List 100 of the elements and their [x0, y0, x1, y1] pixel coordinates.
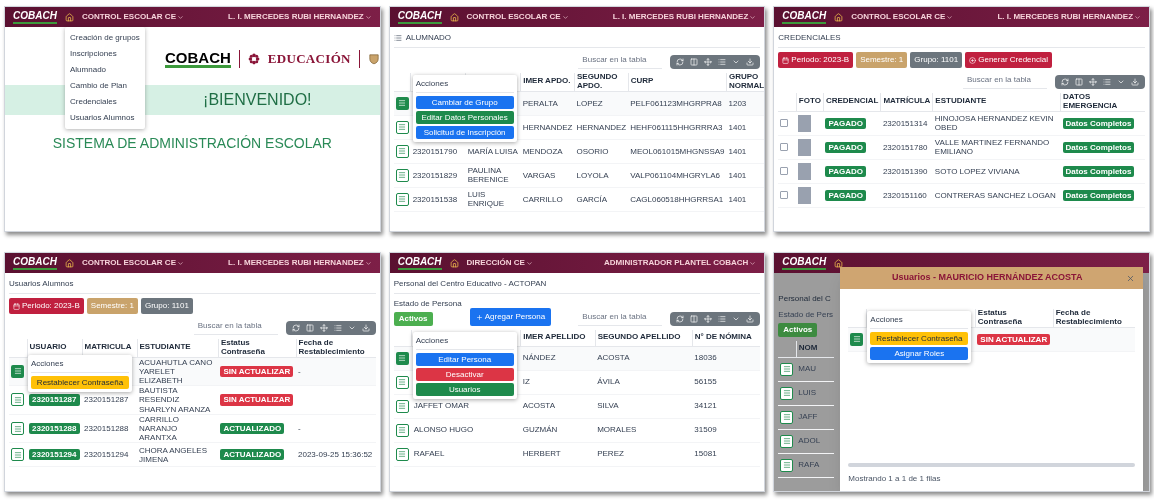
- search-field[interactable]: Buscar en la tabla: [578, 52, 663, 69]
- filter-chip[interactable]: Generar Credencial: [965, 52, 1052, 68]
- download-icon[interactable]: [746, 58, 755, 66]
- column-header[interactable]: N° DE NÓMINA: [694, 333, 759, 343]
- column-header[interactable]: Estatus Contraseña: [977, 309, 1051, 327]
- row-menu-button[interactable]: [780, 410, 794, 424]
- user-menu[interactable]: L. I. MERCEDES RUBI HERNANDEZ: [997, 11, 1141, 23]
- chevron-down-icon[interactable]: [732, 58, 741, 66]
- filter-chip[interactable]: Grupo: 1101: [910, 52, 963, 68]
- list-icon[interactable]: [718, 58, 727, 66]
- refresh-icon[interactable]: [1061, 78, 1069, 86]
- move-icon[interactable]: [1089, 78, 1097, 86]
- action-button[interactable]: Cambiar de Grupo: [415, 96, 514, 109]
- menu-item[interactable]: Usuarios Alumnos: [65, 110, 145, 126]
- row-menu-button[interactable]: [850, 332, 864, 346]
- columns-icon[interactable]: [305, 324, 314, 332]
- action-button[interactable]: Restablecer Contraseña: [31, 376, 129, 389]
- column-header[interactable]: Estatus Contraseña: [220, 339, 294, 357]
- row-menu-button[interactable]: [395, 423, 409, 437]
- menu-dropdown[interactable]: CONTROL ESCOLAR CE: [851, 11, 954, 23]
- row-menu-button[interactable]: [395, 120, 409, 134]
- row-menu-button[interactable]: [395, 375, 409, 389]
- action-button[interactable]: Desactivar: [415, 368, 514, 381]
- row-menu-button[interactable]: [780, 386, 794, 400]
- column-header[interactable]: ESTUDIANTE: [935, 97, 1059, 107]
- column-header[interactable]: SEGUNDO APDO.: [576, 73, 626, 91]
- row-menu-button[interactable]: [11, 448, 24, 462]
- row-menu-button[interactable]: [11, 364, 24, 378]
- logo[interactable]: COBACH: [782, 10, 827, 24]
- column-header[interactable]: GRUPO NORMAL: [729, 73, 765, 91]
- close-icon[interactable]: [1126, 273, 1135, 283]
- row-menu-button[interactable]: [395, 351, 409, 365]
- menu-dropdown[interactable]: DIRECCIÓN CE: [466, 257, 533, 269]
- user-menu[interactable]: ADMINISTRADOR PLANTEL COBACH: [604, 257, 757, 269]
- columns-icon[interactable]: [690, 58, 699, 66]
- home-icon[interactable]: [834, 258, 844, 268]
- list-icon[interactable]: [333, 324, 342, 332]
- move-icon[interactable]: [704, 58, 713, 66]
- download-icon[interactable]: [746, 315, 755, 323]
- row-checkbox[interactable]: [780, 143, 789, 152]
- action-button[interactable]: Solicitud de Inscripción: [415, 126, 514, 139]
- row-menu-button[interactable]: [780, 362, 794, 376]
- column-header[interactable]: SEGUNDO APELLIDO: [597, 333, 690, 343]
- filter-chip[interactable]: Grupo: 1101: [140, 298, 193, 314]
- add-person-button[interactable]: Agregar Persona: [469, 308, 552, 326]
- search-field[interactable]: Buscar en la tabla: [963, 72, 1047, 89]
- download-icon[interactable]: [361, 324, 370, 332]
- column-header[interactable]: USUARIO: [29, 343, 80, 353]
- column-header[interactable]: FOTO: [798, 97, 821, 107]
- action-button[interactable]: Restablecer Contraseña: [870, 332, 969, 345]
- row-menu-button[interactable]: [395, 399, 409, 413]
- logo[interactable]: COBACH: [13, 256, 57, 270]
- columns-icon[interactable]: [690, 315, 699, 323]
- home-icon[interactable]: [64, 12, 74, 22]
- column-header[interactable]: MATRICULA: [84, 343, 135, 353]
- row-menu-button[interactable]: [395, 192, 409, 206]
- search-field[interactable]: Buscar en la tabla: [578, 309, 663, 326]
- chevron-down-icon[interactable]: [732, 315, 741, 323]
- column-header[interactable]: IMER APDO.: [523, 77, 572, 87]
- column-header[interactable]: Fecha de Restablecimiento: [298, 339, 374, 357]
- row-menu-button[interactable]: [780, 434, 794, 448]
- home-icon[interactable]: [834, 12, 844, 22]
- logo[interactable]: COBACH: [782, 256, 827, 270]
- menu-dropdown[interactable]: CONTROL ESCOLAR CE: [81, 257, 184, 269]
- row-menu-button[interactable]: [395, 144, 409, 158]
- home-icon[interactable]: [449, 258, 459, 268]
- logo[interactable]: COBACH: [397, 256, 442, 270]
- chevron-down-icon[interactable]: [347, 324, 356, 332]
- user-menu[interactable]: L. I. MERCEDES RUBI HERNANDEZ: [612, 11, 757, 23]
- column-header[interactable]: CURP: [630, 77, 724, 87]
- columns-icon[interactable]: [1075, 78, 1083, 86]
- column-header[interactable]: NOM: [798, 344, 833, 354]
- home-icon[interactable]: [64, 258, 74, 268]
- row-menu-button[interactable]: [395, 447, 409, 461]
- action-button[interactable]: Usuarios: [415, 383, 514, 396]
- row-checkbox[interactable]: [780, 119, 789, 128]
- logo[interactable]: COBACH: [13, 10, 57, 24]
- filter-chip[interactable]: Periodo: 2023-B: [9, 298, 84, 314]
- column-header[interactable]: Fecha de Restablecimiento: [1055, 309, 1133, 327]
- row-checkbox[interactable]: [780, 191, 789, 200]
- user-menu[interactable]: L. I. MERCEDES RUBI HERNANDEZ: [228, 257, 372, 269]
- move-icon[interactable]: [704, 315, 713, 323]
- menu-item[interactable]: Credenciales: [65, 94, 145, 110]
- download-icon[interactable]: [1131, 78, 1139, 86]
- menu-dropdown[interactable]: CONTROL ESCOLAR CE: [81, 11, 184, 23]
- menu-item[interactable]: Creación de grupos: [65, 30, 145, 46]
- menu-item[interactable]: Cambio de Plan: [65, 78, 145, 94]
- refresh-icon[interactable]: [291, 324, 300, 332]
- row-checkbox[interactable]: [780, 167, 789, 176]
- row-menu-button[interactable]: [395, 168, 409, 182]
- move-icon[interactable]: [319, 324, 328, 332]
- list-icon[interactable]: [718, 315, 727, 323]
- user-menu[interactable]: L. I. MERCEDES RUBI HERNANDEZ: [228, 11, 372, 23]
- menu-dropdown[interactable]: CONTROL ESCOLAR CE: [466, 11, 569, 23]
- column-header[interactable]: IMER APELLIDO: [523, 333, 593, 343]
- logo[interactable]: COBACH: [397, 10, 442, 24]
- menu-item[interactable]: Inscripciones: [65, 46, 145, 62]
- action-button[interactable]: Editar Persona: [415, 353, 514, 366]
- column-header[interactable]: ESTUDIANTE: [139, 343, 216, 353]
- action-button[interactable]: Editar Datos Personales: [415, 111, 514, 124]
